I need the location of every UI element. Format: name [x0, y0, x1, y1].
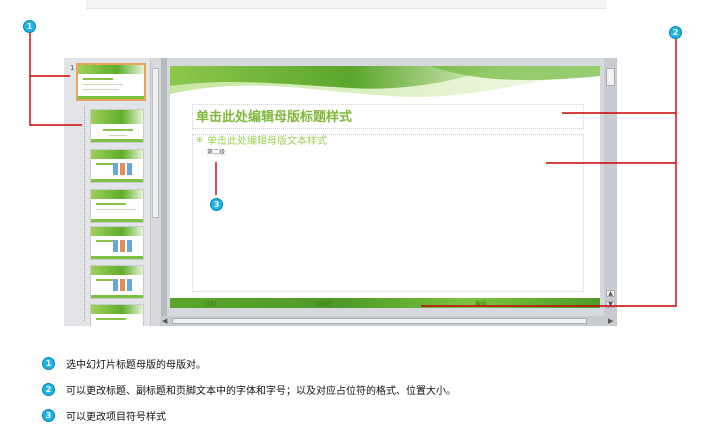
- legend-badge-1: 1: [42, 357, 55, 370]
- legend-badge-2: 2: [42, 383, 55, 396]
- callout-badge-3: 3: [210, 198, 223, 211]
- legend-text-3: 可以更改项目符号样式: [66, 412, 166, 423]
- legend-item-1: 1 选中幻灯片标题母版的母版对。: [42, 356, 682, 371]
- legend-item-2: 2 可以更改标题、副标题和页脚文本中的字体和字号；以及对应占位符的格式、位置大小。: [42, 382, 682, 397]
- legend-text-2: 可以更改标题、副标题和页脚文本中的字体和字号；以及对应占位符的格式、位置大小。: [66, 386, 456, 397]
- legend-text-1: 选中幻灯片标题母版的母版对。: [66, 360, 206, 371]
- callout-badge-1: 1: [23, 20, 36, 33]
- legend-badge-3: 3: [42, 409, 55, 422]
- callout-badge-2: 2: [669, 26, 682, 39]
- legend-item-3: 3 可以更改项目符号样式: [42, 408, 682, 423]
